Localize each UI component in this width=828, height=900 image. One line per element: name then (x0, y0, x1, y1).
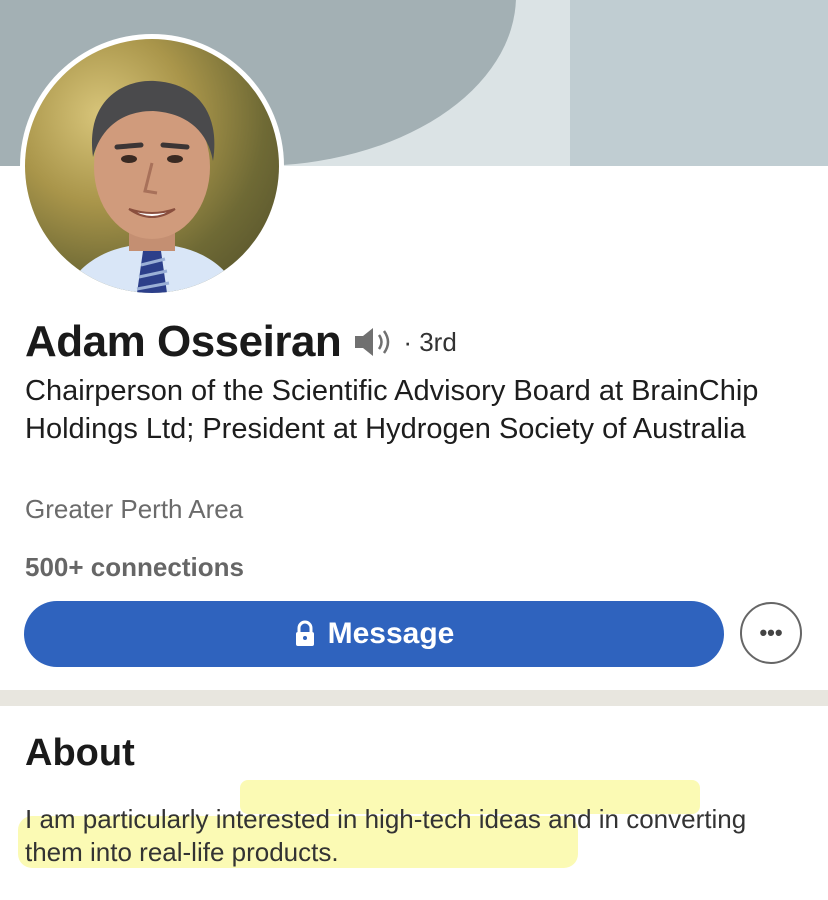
profile-headline: Chairperson of the Scientific Advisory B… (25, 375, 759, 445)
banner-panel (570, 0, 828, 166)
section-divider (0, 690, 828, 706)
profile-photo-illustration (65, 80, 239, 293)
message-button-label: Message (327, 617, 455, 650)
profile-location: Greater Perth Area (25, 494, 244, 524)
profile-photo (25, 39, 279, 293)
profile-avatar[interactable] (20, 34, 284, 298)
name-row: Adam Osseiran · 3rd (25, 314, 457, 370)
about-text: I am particularly interested in high-tec… (25, 804, 747, 867)
connections-count[interactable]: 500+ connections (25, 552, 244, 583)
more-button[interactable]: ••• (740, 602, 802, 664)
more-icon: ••• (759, 620, 783, 645)
message-button[interactable]: Message (24, 601, 724, 667)
connection-degree: · 3rd (403, 326, 457, 357)
profile-name: Adam Osseiran (25, 317, 342, 366)
lock-icon (295, 620, 314, 646)
about-heading: About (25, 732, 135, 774)
speaker-icon[interactable] (353, 324, 397, 360)
